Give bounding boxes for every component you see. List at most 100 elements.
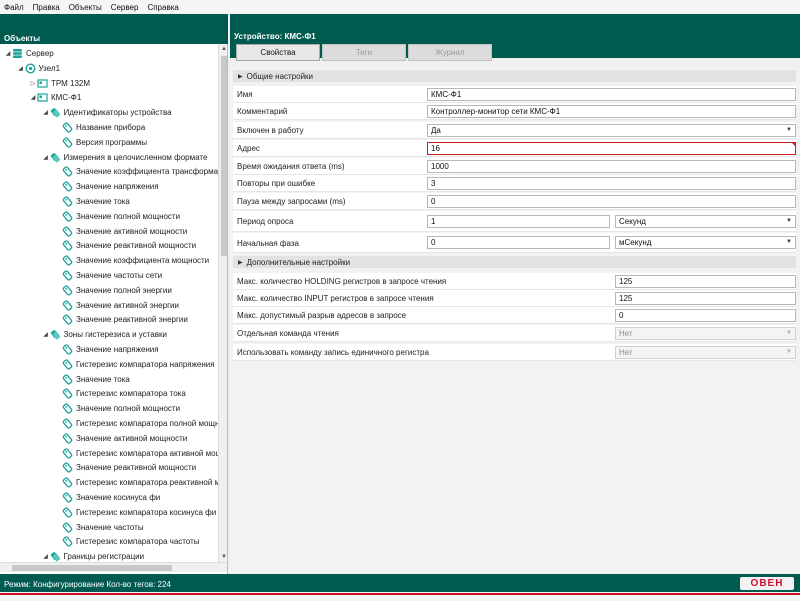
pause-field[interactable]: 0	[427, 195, 796, 208]
device-icon	[37, 93, 48, 102]
expanded-arrow-icon[interactable]: ◢	[42, 109, 50, 116]
tree-item-label: Гистерезис компаратора полной мощности	[76, 419, 218, 428]
timeout-field[interactable]: 1000	[427, 160, 796, 173]
expanded-arrow-icon[interactable]: ◢	[29, 94, 37, 101]
scroll-up-icon[interactable]: ▲	[219, 44, 227, 54]
tab-tags[interactable]: Теги	[322, 44, 406, 61]
gap-field[interactable]: 0	[615, 309, 796, 322]
advanced-settings-header[interactable]: ▶ Дополнительные настройки	[233, 256, 796, 268]
prop-separate-read: Отдельная команда чтения Нет	[233, 325, 796, 342]
holding-field[interactable]: 125	[615, 275, 796, 288]
tag-icon	[62, 255, 73, 266]
single-write-select[interactable]: Нет	[615, 346, 796, 359]
tree-item[interactable]: Значение напряжения	[54, 343, 159, 356]
tree-item[interactable]: Гистерезис компаратора тока	[54, 387, 186, 400]
tree-item-label: Значение активной мощности	[76, 433, 188, 443]
tree-vertical-scrollbar[interactable]: ▲ ▼	[218, 44, 227, 562]
address-field[interactable]: 16	[427, 142, 796, 155]
tree-item[interactable]: ◢ Узел1	[17, 62, 60, 75]
tree-item[interactable]: Значение активной мощности	[54, 432, 187, 445]
tag-icon	[62, 300, 73, 311]
period-field[interactable]: 1	[427, 215, 610, 228]
hscroll-thumb[interactable]	[12, 565, 172, 571]
general-settings-header[interactable]: ▶ Общие настройки	[233, 70, 796, 82]
separate-read-select[interactable]: Нет	[615, 327, 796, 340]
expanded-arrow-icon[interactable]: ◢	[42, 553, 50, 560]
comment-field[interactable]: Контроллер-монитор сети КМС-Ф1	[427, 105, 796, 118]
prop-name-label: Имя	[237, 90, 253, 99]
tree-item[interactable]: Значение полной мощности	[54, 210, 180, 223]
tag-icon	[62, 137, 73, 148]
collapsed-arrow-icon[interactable]: ▷	[29, 80, 37, 87]
tree-item[interactable]: Гистерезис компаратора активной мощности	[54, 447, 218, 460]
tree-item-label: Значение частоты	[76, 522, 144, 532]
menu-file[interactable]: Файл	[4, 3, 24, 12]
tree-item[interactable]: ◢ Сервер	[4, 47, 54, 60]
node-icon	[24, 63, 36, 74]
menu-help[interactable]: Справка	[147, 3, 178, 12]
tree-item[interactable]: Гистерезис компаратора реактивной мощнос…	[54, 476, 218, 489]
retries-field[interactable]: 3	[427, 177, 796, 190]
tree-item[interactable]: Значение реактивной энергии	[54, 313, 188, 326]
tree-item[interactable]: Значение косинуса фи	[54, 491, 160, 504]
tab-journal[interactable]: Журнал	[408, 44, 492, 61]
tree-item-label: Значение тока	[76, 197, 130, 206]
menu-objects[interactable]: Объекты	[69, 3, 102, 12]
tree-horizontal-scrollbar[interactable]	[0, 562, 227, 572]
tree-item[interactable]: Значение реактивной мощности	[54, 461, 196, 474]
object-tree: ◢ Сервер ◢ Узел1 ▷ ТРМ 132М ◢ КМС-Ф1 ◢ Идентифика…	[0, 46, 218, 562]
scroll-down-icon[interactable]: ▼	[219, 552, 227, 562]
phase-unit-select[interactable]: мСекунд	[615, 236, 796, 249]
tree-item[interactable]: ◢ КМС-Ф1	[29, 91, 82, 104]
menu-server[interactable]: Сервер	[111, 3, 139, 12]
input-field[interactable]: 125	[615, 292, 796, 305]
tree-item-label: Гистерезис компаратора тока	[76, 389, 186, 399]
tree-item[interactable]: Гистерезис компаратора полной мощности	[54, 417, 218, 430]
expanded-arrow-icon[interactable]: ◢	[4, 50, 12, 57]
expanded-arrow-icon[interactable]: ◢	[42, 331, 50, 338]
tag-icon	[62, 196, 73, 207]
tree-item[interactable]: Значение полной энергии	[54, 284, 172, 297]
tree-item[interactable]: Значение частоты сети	[54, 269, 162, 282]
tree-item[interactable]: Значение тока	[54, 195, 130, 208]
name-field[interactable]: КМС-Ф1	[427, 88, 796, 101]
tree-item[interactable]: Значение тока	[54, 373, 130, 386]
tree-item[interactable]: Значение реактивной мощности	[54, 239, 196, 252]
tab-properties[interactable]: Свойства	[236, 44, 320, 61]
tree-item[interactable]: ◢ Идентификаторы устройства	[42, 106, 172, 119]
period-unit-select[interactable]: Секунд	[615, 215, 796, 228]
tag-icon	[62, 477, 73, 488]
collapse-triangle-icon[interactable]: ▶	[238, 259, 243, 266]
tree-item-label: Значение коэффициента мощности	[76, 256, 210, 266]
tree-item[interactable]: Версия программы	[54, 136, 147, 149]
menu-edit[interactable]: Правка	[33, 3, 60, 12]
tag-icon	[62, 507, 73, 518]
prop-single-write: Использовать команду запись единичного р…	[233, 344, 796, 361]
tree-item[interactable]: Значение активной энергии	[54, 299, 179, 312]
tree-item[interactable]: Гистерезис компаратора частоты	[54, 535, 200, 548]
expanded-arrow-icon[interactable]: ◢	[17, 65, 25, 72]
tree-item[interactable]: Значение полной мощности	[54, 402, 180, 415]
tree-item[interactable]: ◢ Измерения в целочисленном формате	[42, 151, 207, 164]
enabled-select[interactable]: Да	[427, 124, 796, 137]
tree-item[interactable]: Значение напряжения	[54, 180, 159, 193]
tree-item[interactable]: ▷ ТРМ 132М	[29, 77, 90, 90]
tag-icon	[62, 418, 73, 429]
collapse-triangle-icon[interactable]: ▶	[238, 73, 243, 80]
tree-item[interactable]: ◢ Границы регистрации	[42, 550, 144, 562]
tree-item[interactable]: Значение активной мощности	[54, 225, 187, 238]
tree-item-label: Значение реактивной мощности	[76, 463, 197, 473]
scroll-thumb[interactable]	[221, 56, 227, 256]
phase-field[interactable]: 0	[427, 236, 610, 249]
tree-item[interactable]: Название прибора	[54, 121, 145, 134]
tree-item[interactable]: Гистерезис компаратора напряжения	[54, 358, 215, 371]
prop-holding-label: Макс. количество HOLDING регистров в зап…	[237, 277, 447, 286]
tree-item[interactable]: Значение частоты	[54, 521, 144, 534]
tree-item[interactable]: Гистерезис компаратора косинуса фи	[54, 506, 216, 519]
tree-item[interactable]: ◢ Зоны гистерезиса и уставки	[42, 328, 167, 341]
expanded-arrow-icon[interactable]: ◢	[42, 154, 50, 161]
tag-icon	[62, 462, 73, 473]
tree-item[interactable]: Значение коэффициента мощности	[54, 254, 209, 267]
advanced-settings-title: Дополнительные настройки	[246, 257, 351, 267]
tree-item[interactable]: Значение коэффициента трансформации	[54, 165, 218, 178]
